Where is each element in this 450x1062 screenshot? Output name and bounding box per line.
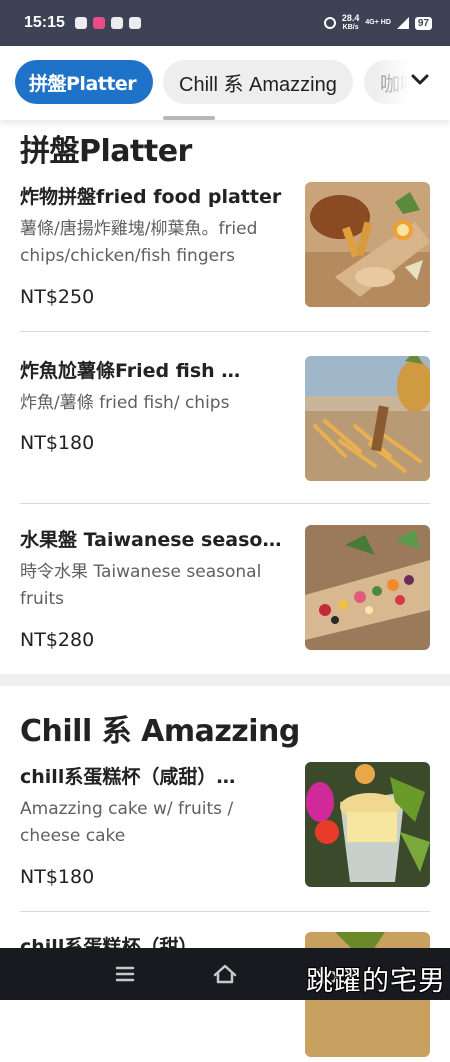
shopping-app-icon [92, 17, 105, 29]
signal-icon [396, 17, 409, 29]
system-nav-bar: 跳躍的宅男 [0, 948, 450, 1000]
item-description: Amazzing cake w/ fruits / cheese cake [20, 799, 234, 846]
category-tab-chill[interactable]: Chill 系 Amazzing [163, 60, 353, 104]
section-separator [0, 674, 450, 686]
item-price: NT$180 [20, 432, 95, 454]
menu-item[interactable]: 炸魚尬薯條Fried fish & chips 炸魚/薯條 fried fish… [20, 356, 430, 486]
category-tab-bar: 拼盤Platter Chill 系 Amazzing 咖啡 [0, 46, 450, 120]
status-bar: 15:15 28.4 KB/s 4G+ HD 97 [0, 0, 450, 46]
nav-menu-button[interactable] [112, 962, 138, 986]
status-right: 28.4 KB/s 4G+ HD 97 [323, 14, 432, 32]
item-description: 薯條/唐揚炸雞塊/柳葉魚。fried chips/chicken/fish fi… [20, 219, 258, 266]
menu-icon [115, 966, 135, 982]
item-name: 炸魚尬薯條Fried fish & chips [20, 360, 252, 382]
item-description: 炸魚/薯條 fried fish/ chips [20, 393, 230, 413]
threads-app-icon [110, 17, 123, 29]
item-photo [305, 525, 430, 650]
more-categories-button[interactable] [408, 68, 432, 92]
home-icon [213, 964, 237, 984]
line-app-icon [74, 17, 87, 29]
section-title-chill: Chill 系 Amazzing [20, 714, 300, 749]
notification-icons [74, 17, 141, 29]
nav-home-button[interactable] [212, 962, 238, 986]
facebook-app-icon [128, 17, 141, 29]
item-name: chill系蛋糕杯（咸甜）Amazzing cake [20, 766, 242, 788]
menu-item[interactable]: 水果盤 Taiwanese seasonal fruits 時令水果 Taiwa… [20, 525, 430, 655]
network-type: 4G+ HD [365, 19, 391, 26]
item-photo [305, 762, 430, 887]
item-divider [20, 331, 430, 332]
net-speed: 28.4 KB/s [342, 14, 360, 32]
battery-indicator: 97 [414, 16, 432, 30]
item-name: 炸物拼盤fried food platter [20, 186, 282, 208]
item-divider [20, 911, 430, 912]
menu-item[interactable]: chill系蛋糕杯（咸甜）Amazzing cake Amazzing cake… [20, 762, 430, 892]
item-description: 時令水果 Taiwanese seasonal fruits [20, 562, 262, 609]
section-title-platter: 拼盤Platter [20, 134, 192, 169]
item-photo [305, 182, 430, 307]
item-photo [305, 356, 430, 481]
watermark: 跳躍的宅男 [306, 966, 446, 997]
net-speed-unit: KB/s [342, 24, 359, 31]
item-price: NT$180 [20, 866, 95, 888]
net-speed-value: 28.4 [341, 13, 360, 23]
status-time: 15:15 [24, 14, 65, 31]
chevron-down-icon [411, 74, 429, 85]
alarm-icon [323, 17, 336, 29]
item-divider [20, 503, 430, 504]
item-price: NT$250 [20, 286, 95, 308]
item-price: NT$280 [20, 629, 95, 651]
category-tab-platter[interactable]: 拼盤Platter [15, 60, 153, 104]
tab-scroll-indicator [163, 116, 215, 120]
menu-item[interactable]: 炸物拼盤fried food platter 薯條/唐揚炸雞塊/柳葉魚。frie… [20, 182, 430, 312]
item-name: 水果盤 Taiwanese seasonal fruits [20, 529, 285, 551]
